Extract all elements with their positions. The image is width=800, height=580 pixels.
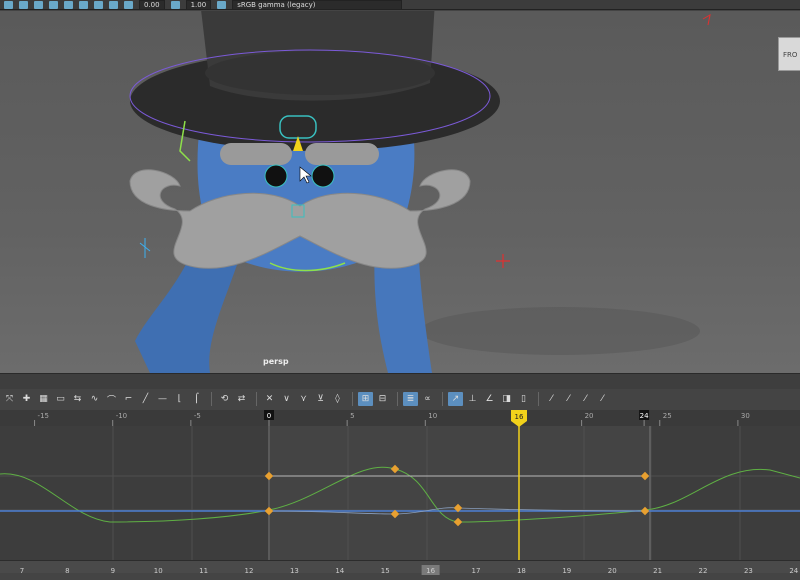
curve-filter-icon[interactable]: ⁄ [544, 392, 559, 406]
toolbar-separator [256, 392, 257, 406]
cycle-icon[interactable]: ∠ [482, 392, 497, 406]
gamma-icon[interactable] [170, 0, 180, 9]
keyframe [390, 464, 400, 474]
post-infinity-icon[interactable]: ⊥ [465, 392, 480, 406]
ruler-label: 5 [350, 412, 354, 420]
break-tangent-icon[interactable]: ✕ [262, 392, 277, 406]
toolbar-separator [352, 392, 353, 406]
time-slider-label: 7 [20, 567, 24, 575]
insert-key-icon[interactable]: ✚ [19, 392, 34, 406]
unify-tangent-icon[interactable]: ∨ [279, 392, 294, 406]
viewport-toolbar: 0.00 1.00 sRGB gamma (legacy) [0, 0, 800, 10]
keyframe [640, 471, 650, 481]
ruler-label: -10 [116, 412, 127, 420]
toolbar-separator [538, 392, 539, 406]
shading-icon[interactable] [34, 0, 43, 9]
isolate-icon[interactable] [109, 0, 118, 9]
oscillate-icon[interactable]: ◨ [499, 392, 514, 406]
shadow-icon[interactable] [79, 0, 88, 9]
weighted-tangent-icon[interactable]: ◊ [330, 392, 345, 406]
ruler-label: -5 [194, 412, 201, 420]
ruler-label: 24 [640, 412, 649, 420]
constant-icon[interactable]: ▯ [516, 392, 531, 406]
toolbar-separator [397, 392, 398, 406]
ruler-label: -15 [38, 412, 49, 420]
grid-icon[interactable] [49, 0, 58, 9]
xray-icon[interactable] [94, 0, 103, 9]
ruler-label: 30 [741, 412, 750, 420]
cube-icon[interactable] [19, 0, 28, 9]
time-slider-label: 15 [381, 567, 390, 575]
time-slider-label: 10 [154, 567, 163, 575]
toolbar-separator [211, 392, 212, 406]
camera-label: persp [263, 357, 289, 366]
exposure-field[interactable]: 0.00 [139, 0, 165, 10]
stacked-curves-icon[interactable]: ≣ [403, 392, 418, 406]
color-space-dropdown[interactable]: sRGB gamma (legacy) [232, 0, 403, 10]
retime-icon[interactable]: ⇆ [70, 392, 85, 406]
linear-tangent-icon[interactable]: ╱ [138, 392, 153, 406]
plateau-tangent-icon[interactable]: ⌠ [189, 392, 204, 406]
ruler-label: 0 [267, 412, 271, 420]
euler-filter-icon[interactable]: ⁄ [595, 392, 610, 406]
ruler-label: 20 [585, 412, 594, 420]
time-slider-label: 24 [789, 567, 798, 575]
time-slider-label: 22 [699, 567, 708, 575]
toolbar-separator [442, 392, 443, 406]
auto-tangent-icon[interactable]: ∿ [87, 392, 102, 406]
time-slider-label: 17 [472, 567, 481, 575]
color-management-icon[interactable] [217, 0, 227, 9]
graph-editor-toolbar: ⤧ ✚ ▦ ▭ ⇆ ∿ ⌒ ⌐ ╱ — ⌊ ⌠ ⟲ ⇄ ✕ ∨ ⋎ ⊻ ◊ ⊞ … [0, 389, 800, 409]
lock-weight-icon[interactable]: ⊻ [313, 392, 328, 406]
gamma-field[interactable]: 1.00 [185, 0, 212, 10]
step-tangent-icon[interactable]: ⌊ [172, 392, 187, 406]
time-slider-label: 11 [199, 567, 208, 575]
camera-icon[interactable] [4, 0, 13, 9]
ruler-label: 25 [663, 412, 672, 420]
time-slider-label: 18 [517, 567, 526, 575]
time-slider-label: 12 [245, 567, 254, 575]
simplify-icon[interactable]: ⁄ [578, 392, 593, 406]
keyframe [640, 506, 650, 516]
buffer-curve-icon[interactable]: ⟲ [217, 392, 232, 406]
time-slider-label: 19 [562, 567, 571, 575]
ruler-label: 10 [428, 412, 437, 420]
viewcube-front[interactable]: FRO [778, 37, 800, 71]
current-frame-label: 16 [515, 413, 524, 421]
character-scene [129, 11, 711, 373]
spline-tangent-icon[interactable]: ⌒ [104, 392, 119, 406]
time-slider[interactable]: 7 8 9 10 11 12 13 14 15 16 17 18 19 20 21 22 23 24 [0, 560, 800, 575]
region-icon[interactable]: ▭ [53, 392, 68, 406]
time-snap-icon[interactable]: ⊞ [358, 392, 373, 406]
time-slider-label: 9 [111, 567, 115, 575]
time-slider-label: 14 [335, 567, 344, 575]
free-weight-icon[interactable]: ⋎ [296, 392, 311, 406]
flat-tangent-icon[interactable]: — [155, 392, 170, 406]
time-slider-label: 8 [65, 567, 69, 575]
3d-viewport[interactable]: persp FRO [0, 11, 800, 373]
swap-buffer-icon[interactable]: ⇄ [234, 392, 249, 406]
time-slider-label: 21 [653, 567, 662, 575]
lighting-icon[interactable] [64, 0, 73, 9]
time-slider-label: 23 [744, 567, 753, 575]
resample-icon[interactable]: ⁄ [561, 392, 576, 406]
normalize-icon[interactable]: ∝ [420, 392, 435, 406]
exposure-icon[interactable] [124, 0, 133, 9]
time-slider-label: 16 [426, 567, 435, 575]
time-slider-label: 13 [290, 567, 299, 575]
clamped-tangent-icon[interactable]: ⌐ [121, 392, 136, 406]
lattice-icon[interactable]: ▦ [36, 392, 51, 406]
pre-infinity-icon[interactable]: ↗ [448, 392, 463, 406]
value-snap-icon[interactable]: ⊟ [375, 392, 390, 406]
graph-editor[interactable]: -15 -10 -5 0 5 10 20 24 25 30 16 [0, 410, 800, 560]
move-key-icon[interactable]: ⤧ [2, 392, 17, 406]
time-slider-label: 20 [608, 567, 617, 575]
keyframe [453, 517, 463, 527]
